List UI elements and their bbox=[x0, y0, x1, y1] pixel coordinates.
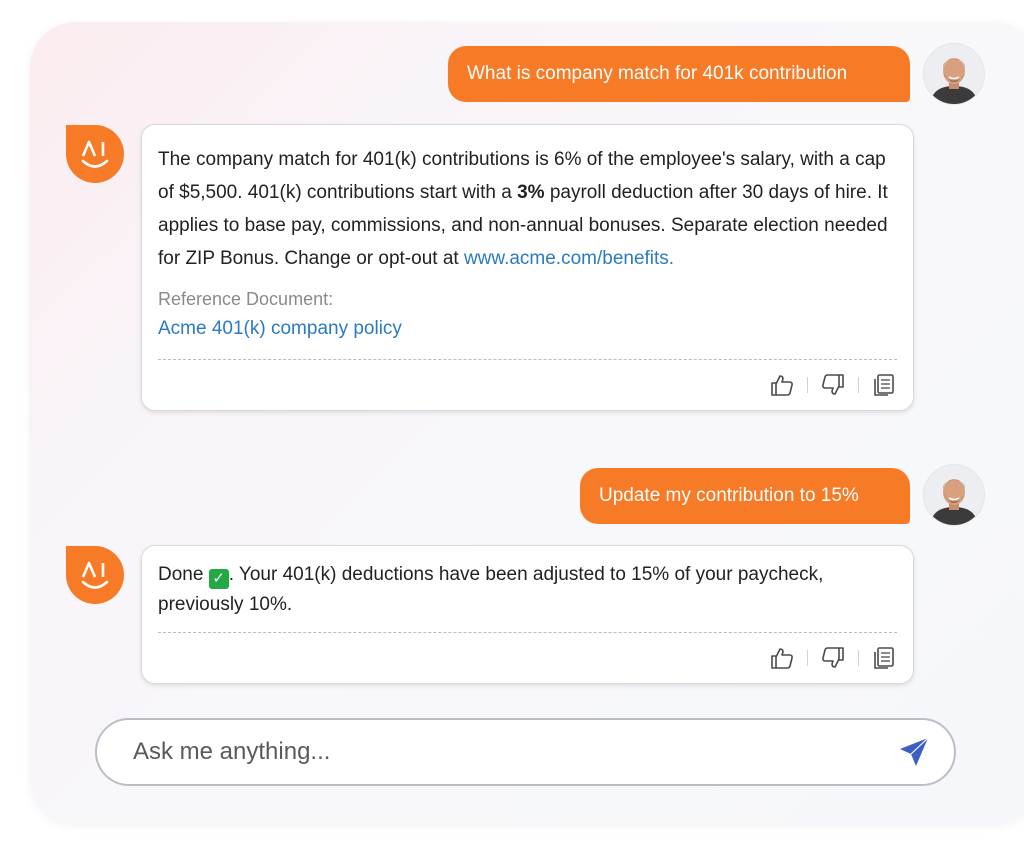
send-icon[interactable] bbox=[896, 734, 932, 770]
chat-input-container bbox=[95, 718, 956, 786]
check-mark-icon: ✓ bbox=[208, 569, 229, 589]
assistant-message-text: The company match for 401(k) contributio… bbox=[158, 149, 888, 269]
copy-icon[interactable] bbox=[871, 645, 897, 671]
chat-input[interactable] bbox=[131, 737, 896, 767]
assistant-message-bubble: Done ✓. Your 401(k) deductions have been… bbox=[141, 545, 914, 684]
ai-logo bbox=[66, 546, 124, 604]
thumbs-down-icon[interactable] bbox=[820, 645, 846, 671]
thumbs-down-icon[interactable] bbox=[820, 372, 846, 398]
reference-document-link[interactable]: Acme 401(k) company policy bbox=[158, 313, 897, 345]
ai-logo-icon bbox=[81, 140, 109, 168]
user-message-text: What is company match for 401k contribut… bbox=[467, 63, 848, 84]
reference-label: Reference Document: bbox=[158, 289, 334, 309]
user-message-bubble: What is company match for 401k contribut… bbox=[448, 46, 910, 102]
message-actions bbox=[158, 360, 897, 410]
action-separator bbox=[807, 377, 808, 393]
copy-icon[interactable] bbox=[871, 372, 897, 398]
user-message-text: Update my contribution to 15% bbox=[599, 485, 859, 506]
thumbs-up-icon[interactable] bbox=[769, 645, 795, 671]
action-separator bbox=[858, 377, 859, 393]
thumbs-up-icon[interactable] bbox=[769, 372, 795, 398]
assistant-message-bubble: The company match for 401(k) contributio… bbox=[141, 124, 914, 411]
benefits-link[interactable]: www.acme.com/benefits. bbox=[464, 248, 674, 269]
ai-logo bbox=[66, 125, 124, 183]
user-message-bubble: Update my contribution to 15% bbox=[580, 468, 910, 524]
action-separator bbox=[807, 650, 808, 666]
message-actions bbox=[158, 633, 897, 683]
assistant-message-text: Done ✓. Your 401(k) deductions have been… bbox=[158, 564, 824, 615]
action-separator bbox=[858, 650, 859, 666]
ai-logo-icon bbox=[81, 561, 109, 589]
user-avatar bbox=[924, 44, 984, 104]
user-avatar bbox=[924, 465, 984, 525]
highlight-percentage: 3% bbox=[517, 182, 545, 203]
